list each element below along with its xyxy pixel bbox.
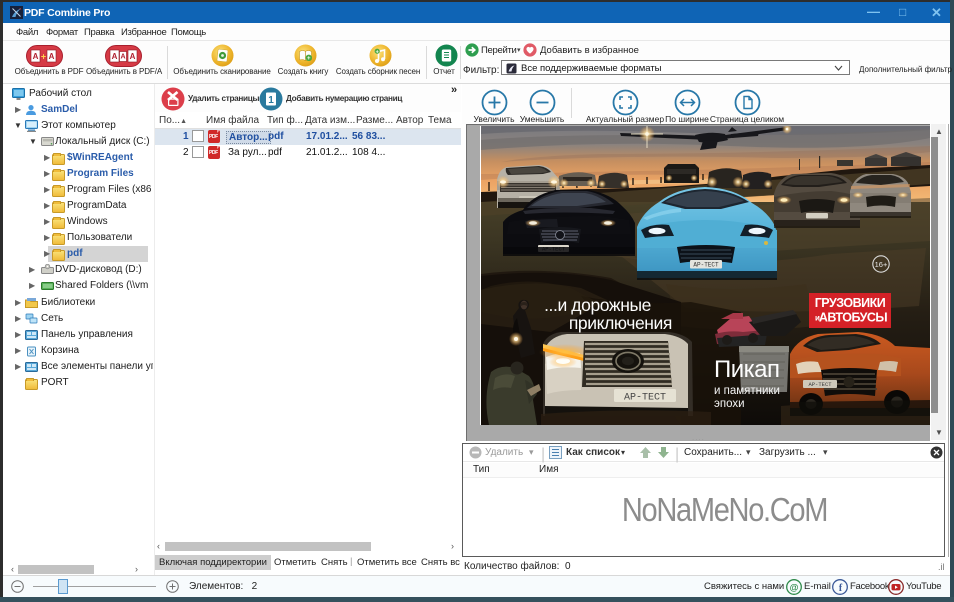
svg-text:...и дорожные: ...и дорожные	[544, 295, 651, 315]
svg-text:f: f	[839, 583, 843, 594]
svg-text:A: A	[120, 54, 125, 61]
svg-text:АВТОБУСЫ: АВТОБУСЫ	[819, 311, 888, 325]
svg-text:@: @	[790, 583, 799, 593]
svg-text:АР-ТЕСТ: АР-ТЕСТ	[808, 381, 832, 388]
svg-text:ГРУЗОВИКИ: ГРУЗОВИКИ	[815, 296, 886, 310]
svg-text:+: +	[376, 49, 379, 55]
svg-text:и памятники: и памятники	[714, 385, 780, 397]
svg-text:1: 1	[268, 95, 274, 106]
svg-text:эпохи: эпохи	[714, 398, 745, 410]
svg-text:A: A	[49, 52, 55, 61]
svg-text:A: A	[33, 52, 39, 61]
svg-text:A: A	[112, 52, 118, 61]
svg-text:+: +	[307, 56, 311, 62]
svg-text:A: A	[130, 52, 136, 61]
svg-text:АР-ТЕСТ: АР-ТЕСТ	[693, 262, 719, 269]
svg-text:Пикап: Пикап	[714, 356, 780, 383]
svg-text:АР-ТЕСТ: АР-ТЕСТ	[624, 393, 666, 404]
svg-text:приключения: приключения	[569, 313, 672, 333]
svg-text:+: +	[41, 52, 46, 62]
svg-text:16+: 16+	[875, 260, 888, 269]
